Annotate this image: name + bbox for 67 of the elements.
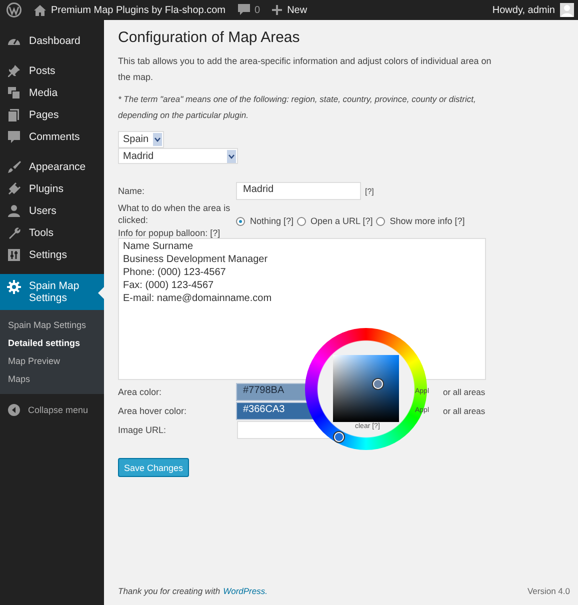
caret-icon — [153, 133, 162, 146]
menu-item[interactable]: Pages — [0, 104, 104, 126]
pin-icon — [7, 64, 21, 78]
menu-item[interactable]: Dashboard — [0, 30, 104, 52]
media-icon — [7, 86, 21, 100]
menu-item[interactable]: Appearance — [0, 156, 104, 178]
sliders-icon — [7, 248, 21, 262]
menu-item[interactable]: Plugins — [0, 178, 104, 200]
page-title: Configuration of Map Areas — [118, 29, 301, 46]
version-text: Version 4.0 — [527, 586, 570, 596]
menu-item[interactable]: Spain Map Settings — [0, 274, 104, 310]
caret-icon — [227, 150, 236, 162]
comment-icon — [7, 130, 21, 144]
radio-button[interactable] — [236, 216, 245, 226]
brush-icon — [7, 160, 21, 174]
pages-icon — [7, 108, 21, 122]
collapse-icon — [8, 404, 20, 416]
footer-text: Thank you for creating with — [118, 586, 220, 596]
radio-label: Show more info [?] — [390, 216, 465, 226]
new-link[interactable]: New — [272, 4, 308, 16]
user-icon — [7, 204, 21, 218]
picker-handle[interactable] — [373, 379, 383, 389]
menu-item[interactable]: Media — [0, 82, 104, 104]
field-label: Area hover color: — [118, 406, 188, 416]
menu-item[interactable]: Comments — [0, 126, 104, 148]
account-link[interactable]: Howdy, admin — [492, 3, 574, 17]
menu-item[interactable]: Users — [0, 200, 104, 222]
avatar-icon — [560, 3, 574, 17]
comment-icon — [238, 4, 250, 16]
site-link[interactable]: Premium Map Plugins by Fla-shop.com — [34, 4, 226, 16]
submenu-item[interactable]: Map Preview — [0, 352, 104, 370]
field-label: Name: — [118, 186, 146, 196]
plug-icon — [7, 182, 21, 196]
radio-label: Open a URL [?] — [310, 216, 373, 226]
help-link[interactable]: [?] — [365, 186, 374, 196]
home-icon — [34, 4, 46, 16]
wordpress-link[interactable]: WordPress. — [223, 586, 268, 596]
plus-icon — [272, 5, 282, 15]
field-label: What to do when the area is clicked: — [118, 202, 232, 226]
hue-handle[interactable] — [334, 432, 344, 442]
wrench-icon — [7, 226, 21, 240]
collapse-menu[interactable]: Collapse menu — [0, 402, 104, 418]
gear-icon — [7, 280, 21, 294]
radio-button[interactable] — [376, 216, 385, 226]
menu-item[interactable]: Settings — [0, 244, 104, 266]
current-page-pointer — [98, 287, 104, 299]
field-label: Info for popup balloon: [?] — [118, 228, 222, 238]
apply-label: or all areas — [443, 386, 486, 396]
radio-button[interactable] — [296, 216, 306, 226]
comments-link[interactable]: 0 — [238, 4, 260, 16]
menu-item[interactable]: Posts — [0, 60, 104, 82]
logo-icon[interactable] — [6, 2, 22, 18]
field-label: Area color: — [118, 386, 163, 396]
intro-text: This tab allows you to add the area-specific information and adjust colors of individual area on the map. — [118, 55, 492, 84]
color-square[interactable] — [333, 355, 399, 422]
field-label: Image URL: — [118, 424, 168, 434]
submenu-item[interactable]: Maps — [0, 370, 104, 388]
radio-label: Nothing [?] — [250, 216, 294, 226]
apply-label: or all areas — [443, 406, 486, 416]
menu-item[interactable]: Tools — [0, 222, 104, 244]
dropdown[interactable]: Madrid — [118, 148, 238, 164]
name-field[interactable]: Madrid — [236, 182, 361, 200]
submenu-item[interactable]: Detailed settings — [0, 334, 104, 352]
note-text: * The term "area" means one of the following: region, state, country, province, county or district, depending on the particular plugin. — [118, 93, 477, 122]
info-textarea[interactable]: Name Surname Business Development Manager Phone: (000) 123-4567 Fax: (000) 123-4567 E-mail: name@domainname.com — [118, 238, 486, 380]
dropdown[interactable]: Spain — [118, 131, 164, 148]
submenu-item[interactable]: Spain Map Settings — [0, 316, 104, 334]
